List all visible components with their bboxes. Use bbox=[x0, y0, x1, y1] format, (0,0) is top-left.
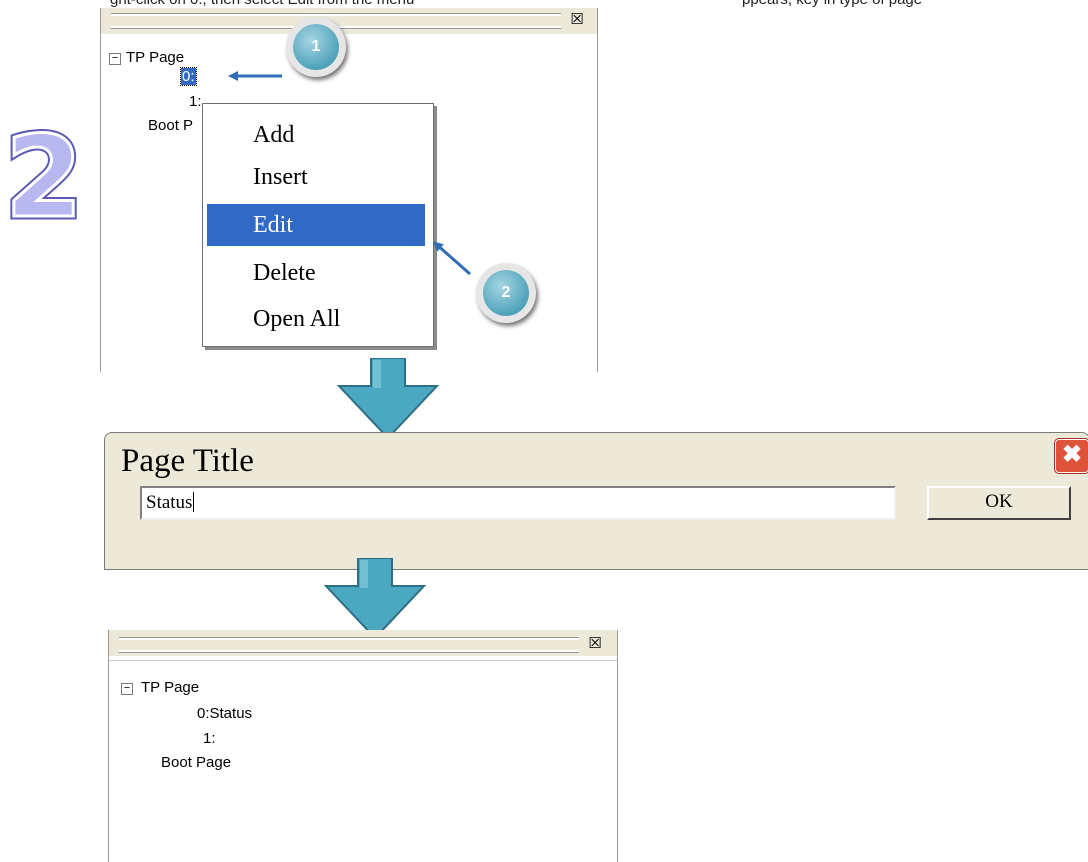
dialog-close-icon[interactable]: ✖ bbox=[1055, 439, 1088, 473]
page-title-input[interactable]: Status bbox=[140, 486, 896, 520]
callout-2-pointer bbox=[433, 241, 471, 276]
dialog-title: Page Title bbox=[121, 443, 254, 479]
text-caret bbox=[193, 492, 195, 512]
tree-node-page-1[interactable]: 1: bbox=[203, 730, 216, 747]
flow-arrow-down-icon bbox=[320, 557, 430, 640]
ok-button[interactable]: OK bbox=[927, 486, 1071, 520]
tree-panel-after: ☒ − TP Page 0:Status 1: Boot Page bbox=[108, 630, 618, 862]
page-title-input-value: Status bbox=[146, 492, 193, 513]
collapse-icon[interactable]: − bbox=[121, 683, 133, 695]
page-title-dialog: Page Title ✖ Status OK bbox=[104, 432, 1088, 570]
tree-node-tp-page[interactable]: TP Page bbox=[141, 679, 199, 696]
tree-node-boot-page[interactable]: Boot Page bbox=[161, 754, 231, 771]
flow-arrow-down-icon bbox=[333, 357, 443, 440]
tree-node-page-0[interactable]: 0:Status bbox=[197, 705, 252, 722]
page-tree: − TP Page 0:Status 1: Boot Page bbox=[109, 630, 609, 860]
